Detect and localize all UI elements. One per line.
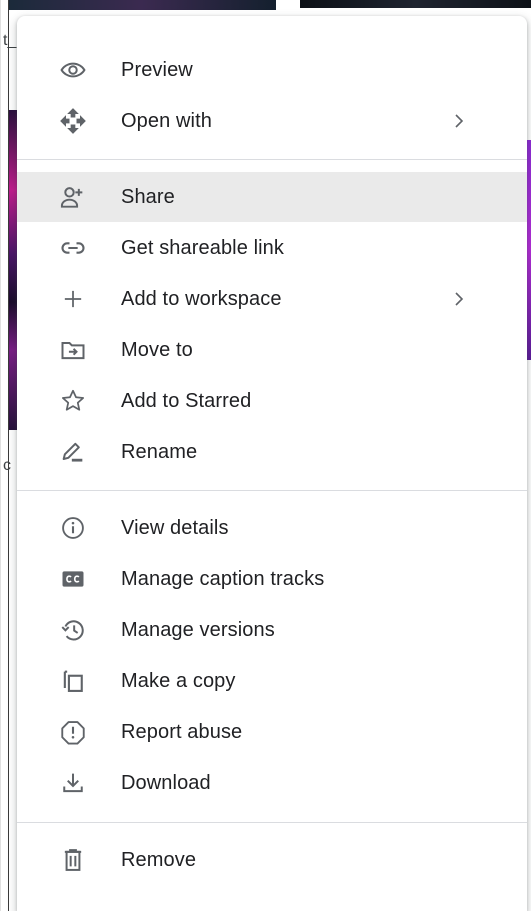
thumbnail-strip	[8, 0, 276, 10]
menu-item-manage-caption-tracks[interactable]: Manage caption tracks	[17, 554, 527, 604]
background-filename: c	[3, 457, 11, 474]
menu-item-add-to-workspace[interactable]: Add to workspace	[17, 274, 527, 324]
info-icon	[55, 510, 91, 546]
plus-icon	[55, 281, 91, 317]
history-icon	[55, 612, 91, 648]
menu-item-make-a-copy[interactable]: Make a copy	[17, 656, 527, 706]
menu-item-rename[interactable]: Rename	[17, 427, 527, 477]
background-filename: t_	[3, 32, 17, 49]
star-icon	[55, 383, 91, 419]
person-add-icon	[55, 179, 91, 215]
menu-item-label: Download	[121, 771, 211, 794]
link-icon	[55, 230, 91, 266]
menu-item-label: Report abuse	[121, 720, 243, 743]
menu-item-preview[interactable]: Preview	[17, 45, 527, 95]
menu-item-report-abuse[interactable]: Report abuse	[17, 707, 527, 757]
menu-item-view-details[interactable]: View details	[17, 503, 527, 553]
report-icon	[55, 714, 91, 750]
menu-item-manage-versions[interactable]: Manage versions	[17, 605, 527, 655]
menu-item-label: Remove	[121, 848, 197, 871]
menu-item-move-to[interactable]: Move to	[17, 325, 527, 375]
chevron-right-icon	[449, 109, 469, 133]
menu-divider	[17, 822, 527, 823]
menu-item-open-with[interactable]: Open with	[17, 96, 527, 146]
menu-item-add-to-starred[interactable]: Add to Starred	[17, 376, 527, 426]
window-border	[8, 0, 9, 911]
window-border	[0, 0, 1, 911]
menu-item-get-shareable-link[interactable]: Get shareable link	[17, 223, 527, 273]
copy-icon	[55, 663, 91, 699]
menu-item-label: Manage caption tracks	[121, 567, 325, 590]
thumbnail-strip	[300, 0, 531, 8]
menu-item-label: View details	[121, 516, 229, 539]
pencil-icon	[55, 434, 91, 470]
trash-icon	[55, 842, 91, 878]
menu-item-label: Add to workspace	[121, 287, 282, 310]
menu-item-download[interactable]: Download	[17, 758, 527, 808]
menu-item-label: Open with	[121, 109, 212, 132]
closed-caption-icon	[55, 561, 91, 597]
menu-item-label: Make a copy	[121, 669, 236, 692]
menu-item-share[interactable]: Share	[17, 172, 527, 222]
menu-item-label: Get shareable link	[121, 236, 285, 259]
menu-divider	[17, 490, 527, 491]
eye-icon	[55, 52, 91, 88]
menu-item-label: Share	[121, 185, 175, 208]
context-menu: Preview Open with Share Get shareable li…	[17, 16, 527, 911]
download-icon	[55, 765, 91, 801]
menu-item-label: Add to Starred	[121, 389, 252, 412]
menu-item-label: Move to	[121, 338, 193, 361]
menu-item-label: Preview	[121, 58, 193, 81]
menu-item-label: Rename	[121, 440, 198, 463]
open-with-icon	[55, 103, 91, 139]
chevron-right-icon	[449, 287, 469, 311]
menu-divider	[17, 159, 527, 160]
folder-move-icon	[55, 332, 91, 368]
menu-item-remove[interactable]: Remove	[17, 835, 527, 885]
menu-item-label: Manage versions	[121, 618, 275, 641]
